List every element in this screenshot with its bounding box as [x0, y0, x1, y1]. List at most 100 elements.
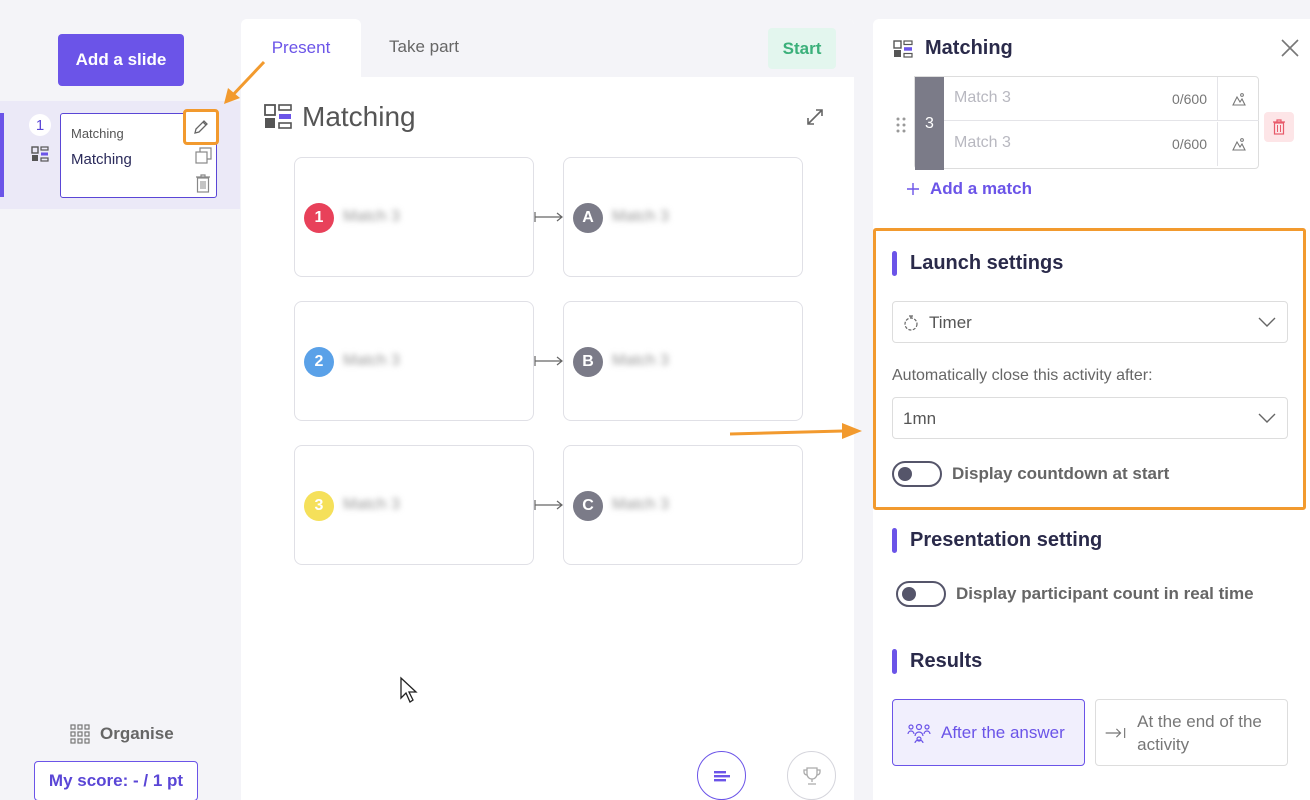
match-right-input[interactable]: Match 3 0/600 — [944, 122, 1259, 166]
char-count: 0/600 — [1171, 136, 1207, 152]
item-badge: 2 — [304, 347, 334, 377]
chevron-down-icon — [1258, 317, 1276, 327]
presentation-setting-heading: Presentation setting — [892, 528, 1102, 553]
edit-slide-button[interactable] — [183, 109, 219, 145]
item-text: Match 3 — [343, 496, 400, 513]
right-item-a[interactable]: A Match 3 — [563, 157, 803, 277]
match-editor-row: 3 Match 3 0/600 Match 3 0/600 — [914, 76, 1259, 170]
connector-arrow-icon — [534, 356, 563, 366]
expand-icon[interactable] — [805, 107, 825, 127]
organise-label: Organise — [100, 724, 174, 743]
item-badge: B — [573, 347, 603, 377]
end-of-activity-label: At the end of the activity — [1137, 711, 1262, 754]
section-accent — [892, 528, 897, 553]
input-placeholder: Match 3 — [954, 134, 1011, 151]
participant-count-toggle[interactable] — [896, 581, 946, 607]
trash-icon[interactable] — [195, 173, 211, 193]
settings-panel: Matching 3 Match 3 0/600 Match 3 0/600 A… — [873, 19, 1310, 800]
right-item-c[interactable]: C Match 3 — [563, 445, 803, 565]
tab-present[interactable]: Present — [241, 19, 361, 77]
pencil-icon — [194, 120, 208, 134]
section-accent — [892, 649, 897, 674]
my-score-button[interactable]: My score: - / 1 pt — [34, 761, 198, 800]
after-answer-label: After the answer — [941, 722, 1065, 742]
add-slide-button[interactable]: Add a slide — [58, 34, 184, 86]
close-icon[interactable] — [1279, 37, 1301, 59]
leaderboard-button[interactable] — [787, 751, 836, 800]
left-item-1[interactable]: 1 Match 3 — [294, 157, 534, 277]
slide-title: Matching — [71, 151, 132, 168]
matching-icon — [893, 39, 913, 58]
add-image-button[interactable] — [1217, 77, 1259, 121]
panel-header: Matching — [893, 37, 1013, 60]
group-icon — [907, 723, 931, 743]
slides-sidebar: Add a slide 1 Matching Matching Organise… — [0, 0, 240, 800]
add-image-button[interactable] — [1217, 122, 1259, 166]
tab-bar: Present Take part Start — [241, 19, 854, 77]
item-text: Match 3 — [343, 208, 400, 225]
item-badge: C — [573, 491, 603, 521]
left-item-3[interactable]: 3 Match 3 — [294, 445, 534, 565]
matching-icon — [264, 104, 292, 129]
drag-handle-icon[interactable] — [895, 115, 907, 135]
input-placeholder: Match 3 — [954, 89, 1011, 106]
panel-title: Matching — [925, 37, 1013, 59]
grid-icon — [70, 724, 90, 744]
participant-count-label: Display participant count in real time — [956, 584, 1254, 603]
launch-settings-heading: Launch settings — [892, 251, 1063, 276]
item-badge: 1 — [304, 203, 334, 233]
launch-settings-title: Launch settings — [910, 252, 1064, 274]
image-icon — [1231, 138, 1246, 151]
participant-count-setting: Display participant count in real time — [896, 581, 1254, 607]
item-text: Match 3 — [612, 352, 669, 369]
mouse-cursor-icon — [400, 676, 418, 703]
slide-preview-panel: Present Take part Start Matching 1 Match… — [241, 19, 854, 800]
item-text: Match 3 — [612, 208, 669, 225]
item-text: Match 3 — [612, 496, 669, 513]
left-item-2[interactable]: 2 Match 3 — [294, 301, 534, 421]
selected-indicator — [0, 113, 4, 197]
add-match-button[interactable]: Add a match — [906, 179, 1032, 199]
image-icon — [1231, 93, 1246, 106]
auto-close-duration-select[interactable]: 1mn — [892, 397, 1288, 439]
slide-type-label: Matching — [71, 126, 124, 141]
duplicate-icon[interactable] — [194, 146, 214, 166]
delete-match-button[interactable] — [1264, 112, 1294, 142]
chevron-down-icon — [1258, 413, 1276, 423]
right-item-b[interactable]: B Match 3 — [563, 301, 803, 421]
item-badge: 3 — [304, 491, 334, 521]
countdown-label: Display countdown at start — [952, 464, 1170, 483]
activity-header: Matching — [264, 101, 416, 133]
matching-icon — [31, 146, 49, 162]
item-text: Match 3 — [343, 352, 400, 369]
match-left-input[interactable]: Match 3 0/600 — [944, 77, 1259, 121]
arrow-to-end-icon — [1105, 727, 1126, 738]
results-after-answer-option[interactable]: After the answer — [892, 699, 1085, 766]
display-mode-button[interactable] — [697, 751, 746, 800]
countdown-setting: Display countdown at start — [892, 461, 1169, 487]
launch-mode-value: Timer — [929, 313, 972, 332]
lines-icon — [713, 770, 730, 781]
results-end-of-activity-option[interactable]: At the end of the activity — [1095, 699, 1288, 766]
add-match-label: Add a match — [930, 179, 1033, 198]
trophy-icon — [802, 766, 821, 785]
plus-icon — [907, 183, 919, 195]
organise-button[interactable]: Organise — [70, 724, 174, 744]
tab-take-part[interactable]: Take part — [389, 37, 459, 57]
section-accent — [892, 251, 897, 276]
start-button[interactable]: Start — [768, 28, 836, 69]
char-count: 0/600 — [1171, 91, 1207, 107]
slide-number: 1 — [29, 114, 51, 136]
launch-mode-select[interactable]: Timer — [892, 301, 1288, 343]
trash-icon — [1273, 119, 1285, 135]
match-number: 3 — [915, 77, 944, 170]
auto-close-label: Automatically close this activity after: — [892, 367, 1153, 384]
stopwatch-icon — [904, 315, 918, 331]
activity-title: Matching — [302, 101, 416, 132]
countdown-toggle[interactable] — [892, 461, 942, 487]
connector-arrow-icon — [534, 500, 563, 510]
connector-arrow-icon — [534, 212, 563, 222]
results-heading: Results — [892, 649, 982, 674]
item-badge: A — [573, 203, 603, 233]
duration-value: 1mn — [903, 409, 937, 428]
